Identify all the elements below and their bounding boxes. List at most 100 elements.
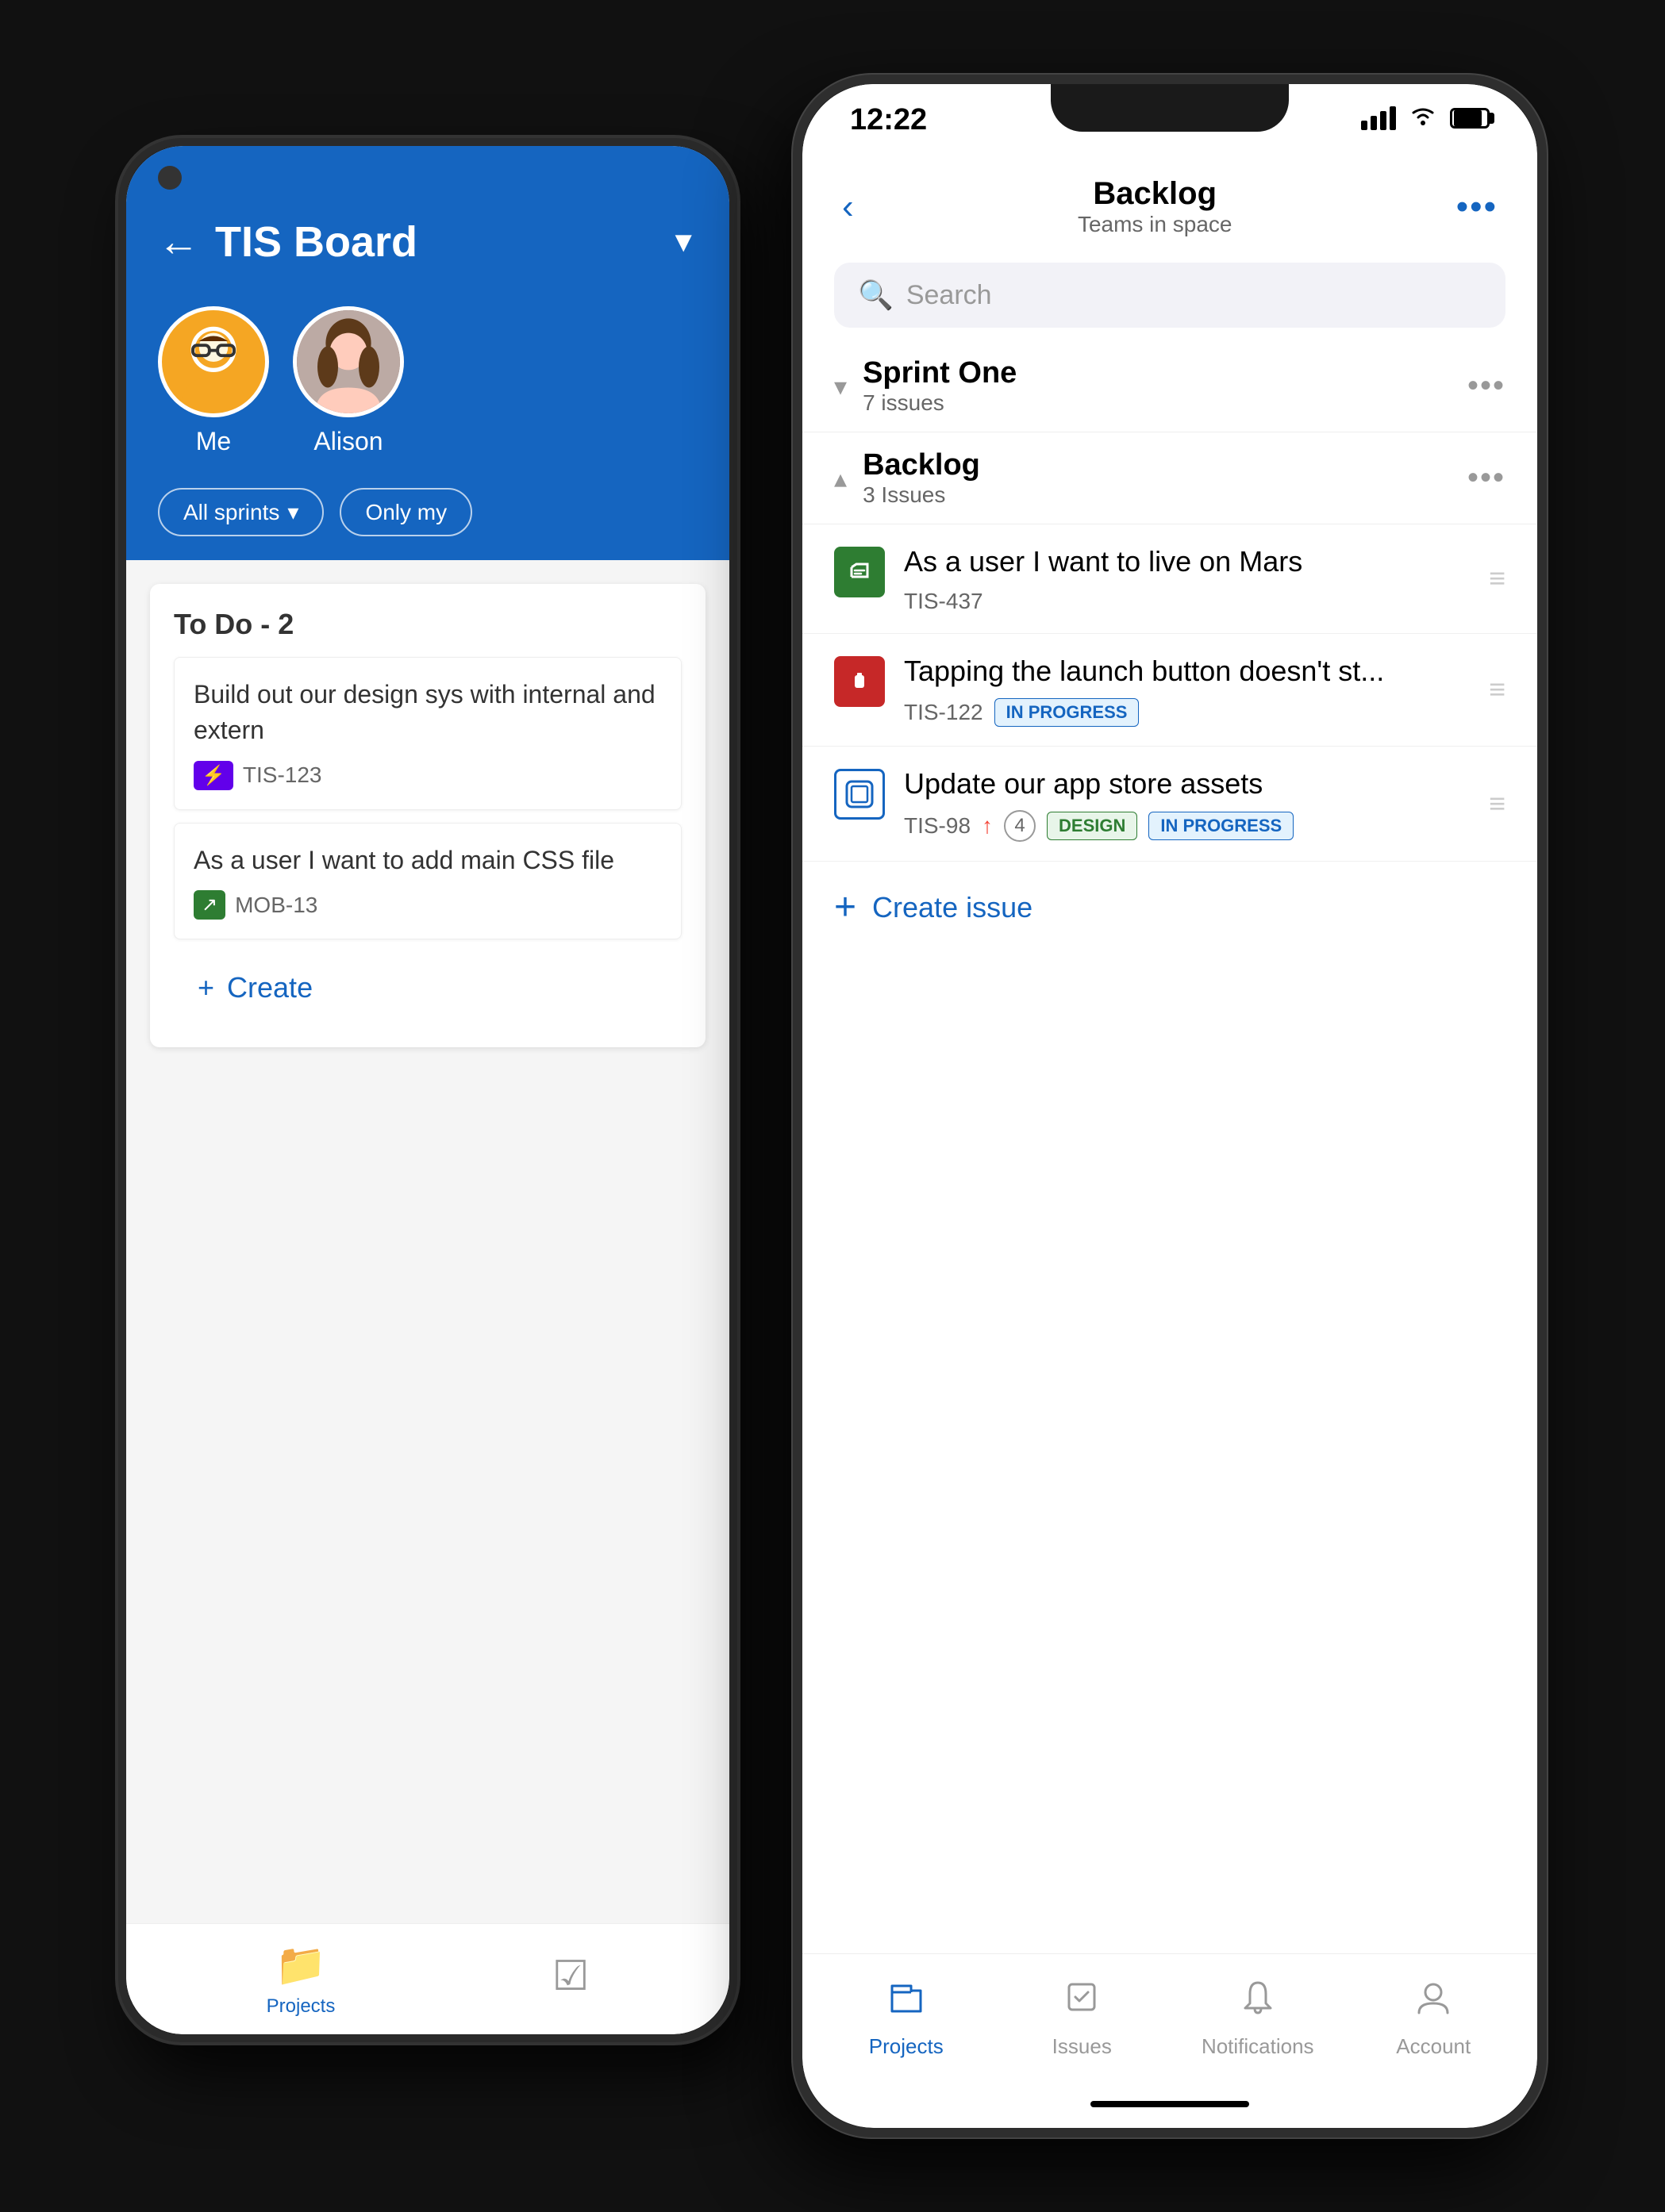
android-board-content: To Do - 2 Build out our design sys with … [126,560,729,1923]
iphone-time: 12:22 [850,103,927,137]
android-card-1[interactable]: Build out our design sys with internal a… [174,657,682,810]
android-nav-issues[interactable]: ☑ [552,1953,590,2007]
issue-2-drag-handle[interactable]: ≡ [1489,673,1505,706]
issue-1-drag-handle[interactable]: ≡ [1489,562,1505,595]
issue-3-row[interactable]: Update our app store assets TIS-98 ↑ 4 D… [802,747,1537,862]
avatar-me-image [158,306,269,417]
iphone-more-button[interactable]: ••• [1456,187,1498,227]
wifi-icon [1409,103,1437,133]
issue-1-meta: TIS-437 [904,589,1470,614]
iphone-account-label: Account [1396,2034,1471,2059]
card-1-id-row: ⚡ TIS-123 [194,761,662,790]
avatar-alison[interactable]: Alison [293,306,404,456]
issue-3-meta: TIS-98 ↑ 4 DESIGN IN PROGRESS [904,810,1470,842]
sprint-one-section[interactable]: ▾ Sprint One 7 issues ••• [802,340,1537,432]
iphone-issues-label: Issues [1052,2034,1112,2059]
backlog-info: Backlog 3 Issues [863,448,1452,508]
card-2-id-row: ↗ MOB-13 [194,890,662,920]
issue-1-row[interactable]: As a user I want to live on Mars TIS-437… [802,524,1537,634]
issue-3-content: Update our app store assets TIS-98 ↑ 4 D… [904,766,1470,843]
iphone-nav-projects[interactable]: Projects [843,1976,970,2059]
issue-1-title: As a user I want to live on Mars [904,543,1470,581]
issue-1-id: TIS-437 [904,589,983,614]
android-header: ← TIS Board ▼ [126,194,729,290]
iphone-title-main: Backlog [854,176,1456,212]
backlog-more-icon[interactable]: ••• [1467,460,1505,496]
issue-1-content: As a user I want to live on Mars TIS-437 [904,543,1470,614]
android-nav-projects[interactable]: 📁 Projects [267,1941,336,2018]
iphone-back-button[interactable]: ‹ [842,187,854,227]
search-placeholder-text: Search [906,280,992,311]
iphone-notifications-label: Notifications [1202,2034,1314,2059]
android-issues-icon: ☑ [552,1953,590,2000]
iphone-search-bar[interactable]: 🔍 Search [834,263,1505,328]
priority-up-icon: ↑ [982,813,993,839]
sprint-one-title: Sprint One [863,356,1452,390]
backlog-title: Backlog [863,448,1452,482]
android-status-bar [126,146,729,194]
android-projects-icon: 📁 [275,1941,327,1989]
android-camera [158,166,182,190]
backlog-count: 3 Issues [863,482,1452,508]
avatar-alison-label: Alison [313,427,383,456]
issue-2-content: Tapping the launch button doesn't st... … [904,653,1470,727]
iphone-account-icon [1413,1976,1454,2028]
card-1-text: Build out our design sys with internal a… [194,677,662,748]
backlog-chevron-up-icon: ▴ [834,463,847,493]
android-filters: All sprints ▾ Only my [126,488,729,560]
issue-2-row[interactable]: Tapping the launch button doesn't st... … [802,634,1537,747]
issue-2-bug-icon [844,666,875,697]
avatar-me-svg [162,310,265,413]
android-avatars-row: Me [126,290,729,488]
sprint-one-more-icon[interactable]: ••• [1467,368,1505,404]
iphone-bottom-nav: Projects Issues [802,1953,1537,2080]
android-todo-column: To Do - 2 Build out our design sys with … [150,584,706,1047]
sprint-one-info: Sprint One 7 issues [863,356,1452,416]
iphone-status-bar: 12:22 [802,84,1537,163]
avatar-me[interactable]: Me [158,306,269,456]
iphone-notch [1051,84,1289,132]
iphone-nav-bar: ‹ Backlog Teams in space ••• [802,163,1537,250]
issue-3-design-badge: DESIGN [1047,812,1137,840]
issue-2-meta: TIS-122 IN PROGRESS [904,698,1470,727]
search-icon: 🔍 [858,278,894,312]
sprint-chevron-down-icon: ▾ [834,371,847,401]
backlog-section[interactable]: ▴ Backlog 3 Issues ••• [802,432,1537,524]
issue-2-in-progress-badge: IN PROGRESS [994,698,1140,727]
create-issue-row[interactable]: + Create issue [802,862,1537,953]
iphone-list: ▾ Sprint One 7 issues ••• ▴ Backlog 3 Is… [802,340,1537,1953]
battery-icon [1450,108,1490,129]
iphone-home-indicator [802,2080,1537,2128]
iphone-issues-icon [1061,1976,1102,2028]
card-1-badge: ⚡ [194,761,233,790]
issue-3-drag-handle[interactable]: ≡ [1489,787,1505,820]
iphone-projects-label: Projects [869,2034,944,2059]
iphone-nav-title: Backlog Teams in space [854,176,1456,237]
issue-3-task-icon [844,778,875,810]
android-card-2[interactable]: As a user I want to add main CSS file ↗ … [174,823,682,940]
android-create-button[interactable]: + Create [174,952,682,1023]
sprint-one-count: 7 issues [863,390,1452,416]
card-2-badge: ↗ [194,890,225,920]
story-points-badge: 4 [1004,810,1036,842]
android-board-title: TIS Board [215,217,653,267]
issue-3-in-progress-badge: IN PROGRESS [1148,812,1294,840]
signal-bars-icon [1361,106,1396,130]
issue-2-title: Tapping the launch button doesn't st... [904,653,1470,690]
iphone-nav-notifications[interactable]: Notifications [1194,1976,1321,2059]
iphone-nav-account[interactable]: Account [1370,1976,1497,2059]
android-back-icon[interactable]: ← [158,221,199,263]
create-plus-icon: + [834,885,856,929]
card-2-text: As a user I want to add main CSS file [194,843,662,878]
issue-3-title: Update our app store assets [904,766,1470,803]
avatar-alison-svg [297,310,400,413]
iphone-title-sub: Teams in space [854,212,1456,237]
iphone-nav-issues[interactable]: Issues [1018,1976,1145,2059]
card-2-id: MOB-13 [235,893,317,918]
issue-3-icon [834,769,885,820]
all-sprints-filter[interactable]: All sprints ▾ [158,488,324,536]
android-bottom-nav: 📁 Projects ☑ [126,1923,729,2034]
create-issue-label: Create issue [872,891,1032,924]
android-dropdown-icon[interactable]: ▼ [669,225,698,259]
only-my-filter[interactable]: Only my [340,488,472,536]
